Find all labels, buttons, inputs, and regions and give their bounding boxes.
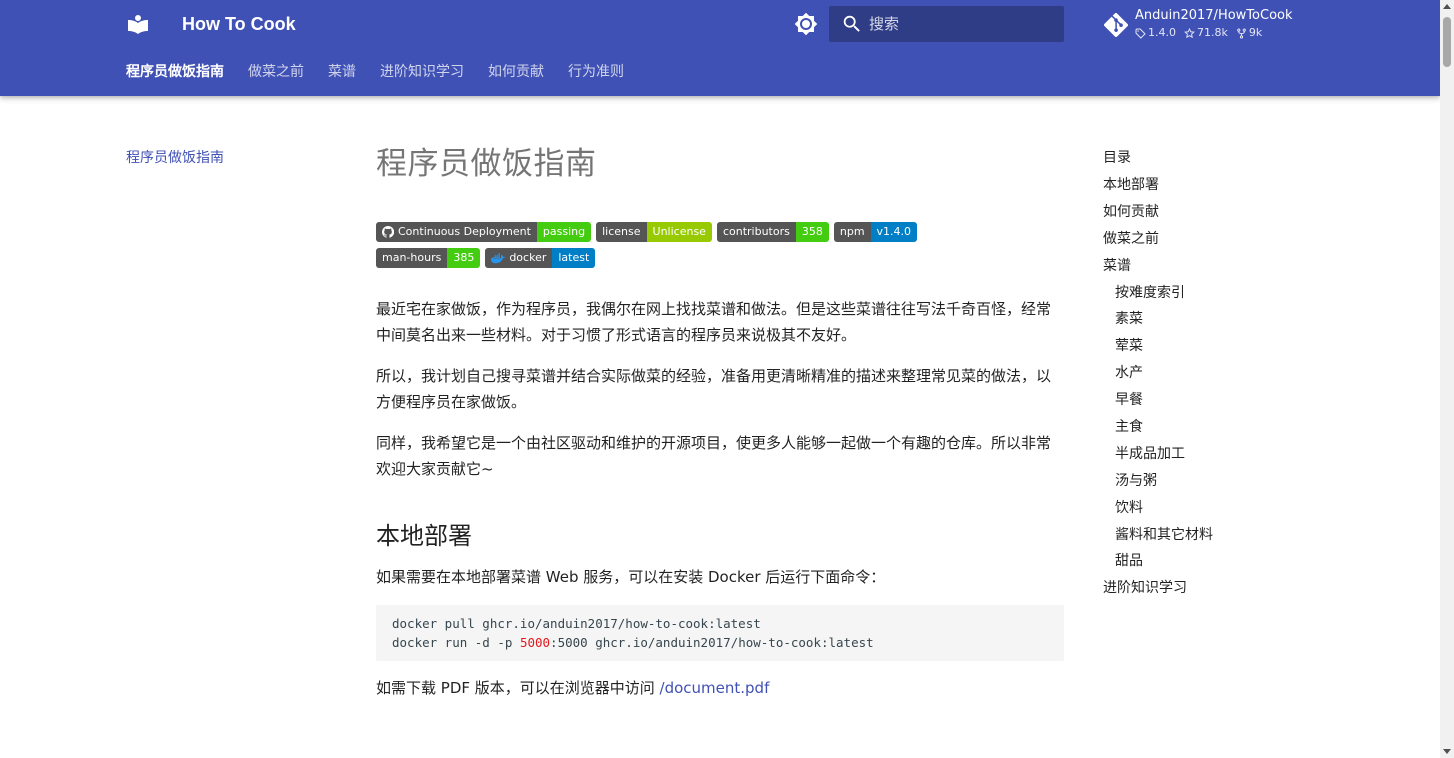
toc-item-desserts[interactable]: 甜品 <box>1103 549 1283 573</box>
toc-item-contribute[interactable]: 如何贡献 <box>1103 200 1283 224</box>
tab-advanced[interactable]: 进阶知识学习 <box>380 60 464 84</box>
main-content: 程序员做饭指南 Continuous Deployment passing li… <box>376 140 1064 716</box>
repo-version-text: 1.4.0 <box>1148 26 1176 39</box>
toc-item-vegetarian[interactable]: 素菜 <box>1103 307 1283 331</box>
star-icon <box>1184 27 1195 38</box>
badge-deployment-value: passing <box>536 222 592 242</box>
badge-npm-value: v1.4.0 <box>870 222 918 242</box>
badge-contributors-value: 358 <box>795 222 829 242</box>
scroll-up-arrow-icon[interactable] <box>1443 4 1451 9</box>
tab-programmer-guide[interactable]: 程序员做饭指南 <box>126 60 224 84</box>
toc-item-seafood[interactable]: 水产 <box>1103 361 1283 385</box>
sidebar-nav-current[interactable]: 程序员做饭指南 <box>126 146 224 170</box>
badge-row: Continuous Deployment passing license Un… <box>376 222 1016 268</box>
code-line-2-b: :5000 ghcr.io/anduin2017/how-to-cook:lat… <box>550 635 874 650</box>
badge-contributors-label: contributors <box>716 222 796 242</box>
toc-title: 目录 <box>1103 150 1131 166</box>
repo-version: 1.4.0 <box>1135 26 1176 40</box>
repo-forks-text: 9k <box>1248 26 1263 39</box>
code-line-2: docker run -d -p 5000:5000 ghcr.io/andui… <box>392 633 1048 652</box>
section-heading-local-deploy: 本地部署 <box>376 522 472 550</box>
search-box[interactable] <box>829 6 1064 42</box>
repo-stars: 71.8k <box>1184 26 1228 40</box>
theme-toggle-sun-icon[interactable] <box>794 12 818 36</box>
scroll-thumb[interactable] <box>1443 17 1451 67</box>
github-icon <box>382 226 394 238</box>
badge-deployment-label: Continuous Deployment <box>398 225 531 238</box>
search-icon <box>843 15 860 32</box>
tab-code-of-conduct[interactable]: 行为准则 <box>568 60 624 84</box>
code-block[interactable]: docker pull ghcr.io/anduin2017/how-to-co… <box>376 605 1064 661</box>
badge-docker[interactable]: docker latest <box>485 248 596 268</box>
site-title[interactable]: How To Cook <box>182 12 296 36</box>
toc-item-before-cooking[interactable]: 做菜之前 <box>1103 227 1283 251</box>
scroll-down-arrow-icon[interactable] <box>1443 749 1451 754</box>
book-logo-icon[interactable] <box>126 12 150 36</box>
page-scrollbar[interactable] <box>1440 0 1454 758</box>
tag-icon <box>1135 28 1146 39</box>
toc-item-semi-finished[interactable]: 半成品加工 <box>1103 442 1283 466</box>
deploy-paragraph: 如果需要在本地部署菜谱 Web 服务，可以在安装 Docker 后运行下面命令： <box>376 568 886 586</box>
code-line-1: docker pull ghcr.io/anduin2017/how-to-co… <box>392 616 761 631</box>
pdf-link[interactable]: /document.pdf <box>660 679 770 697</box>
badge-man-hours-label: man-hours <box>376 248 448 268</box>
badge-npm-label: npm <box>833 222 871 242</box>
page-title: 程序员做饭指南 <box>376 146 597 182</box>
toc-item-soup[interactable]: 汤与粥 <box>1103 469 1283 493</box>
fork-icon <box>1237 27 1246 39</box>
docker-icon <box>491 253 506 264</box>
toc-item-sauces[interactable]: 酱料和其它材料 <box>1103 523 1283 547</box>
code-line-2-a: docker run -d -p <box>392 635 520 650</box>
tab-recipes[interactable]: 菜谱 <box>328 60 356 84</box>
repo-forks: 9k <box>1236 26 1262 40</box>
header-tabs: 程序员做饭指南 做菜之前 菜谱 进阶知识学习 如何贡献 行为准则 <box>126 60 624 84</box>
toc-item-staple[interactable]: 主食 <box>1103 415 1283 439</box>
toc-item-advanced[interactable]: 进阶知识学习 <box>1103 576 1283 600</box>
site-header: How To Cook Anduin2017/HowToCook 1.4.0 7… <box>0 0 1440 96</box>
tab-contribute[interactable]: 如何贡献 <box>488 60 544 84</box>
search-input[interactable] <box>869 6 1059 42</box>
repo-stars-text: 71.8k <box>1197 26 1228 39</box>
badge-license-value: Unlicense <box>646 222 712 242</box>
badge-license[interactable]: license Unlicense <box>596 222 712 242</box>
toc-item-by-difficulty[interactable]: 按难度索引 <box>1103 281 1283 305</box>
intro-paragraph-2: 所以，我计划自己搜寻菜谱并结合实际做菜的经验，准备用更清晰精准的描述来整理常见菜… <box>376 367 1052 411</box>
pdf-paragraph: 如需下载 PDF 版本，可以在浏览器中访问 /document.pdf <box>376 675 1064 701</box>
toc-item-breakfast[interactable]: 早餐 <box>1103 388 1283 412</box>
badge-man-hours-value: 385 <box>447 248 481 268</box>
code-port-number: 5000 <box>519 635 551 650</box>
badge-docker-label: docker <box>509 251 547 264</box>
intro-paragraph-3: 同样，我希望它是一个由社区驱动和维护的开源项目，使更多人能够一起做一个有趣的仓库… <box>376 434 1052 478</box>
badge-docker-value: latest <box>552 248 596 268</box>
badge-contributors[interactable]: contributors 358 <box>716 222 829 242</box>
table-of-contents: 目录 本地部署 如何贡献 做菜之前 菜谱 按难度索引 素菜 荤菜 水产 早餐 主… <box>1103 146 1283 603</box>
badge-license-label: license <box>596 222 647 242</box>
badge-man-hours[interactable]: man-hours 385 <box>376 248 481 268</box>
intro-paragraph-1: 最近宅在家做饭，作为程序员，我偶尔在网上找找菜谱和做法。但是这些菜谱往往写法千奇… <box>376 300 1052 344</box>
toc-item-local-deploy[interactable]: 本地部署 <box>1103 173 1283 197</box>
pdf-text: 如需下载 PDF 版本，可以在浏览器中访问 <box>376 679 660 697</box>
toc-item-drinks[interactable]: 饮料 <box>1103 496 1283 520</box>
toc-item-meat[interactable]: 荤菜 <box>1103 334 1283 358</box>
repo-name: Anduin2017/HowToCook <box>1135 8 1293 23</box>
repo-facts: 1.4.0 71.8k 9k <box>1135 26 1262 40</box>
tab-before-cooking[interactable]: 做菜之前 <box>248 60 304 84</box>
badge-deployment[interactable]: Continuous Deployment passing <box>376 222 592 242</box>
git-icon <box>1103 12 1129 41</box>
repo-link[interactable]: Anduin2017/HowToCook 1.4.0 71.8k 9k <box>1103 8 1304 42</box>
badge-npm[interactable]: npm v1.4.0 <box>833 222 918 242</box>
toc-item-recipes[interactable]: 菜谱 <box>1103 254 1283 278</box>
